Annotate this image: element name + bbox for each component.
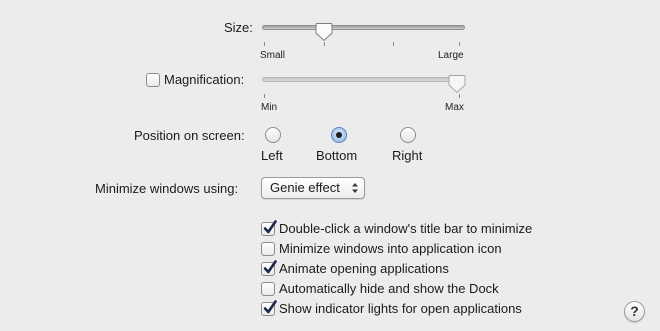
minimize-effect-popup[interactable]: Genie effect [261,177,365,199]
option-checkbox-auto-hide[interactable] [261,282,275,296]
size-slider-thumb-icon[interactable] [315,22,333,42]
size-slider-tick [459,42,460,46]
size-max-label: Large [438,50,464,61]
magnification-min-label: Min [261,102,278,113]
size-min-label: Small [260,50,286,61]
option-checkbox-minimize-into-icon[interactable] [261,242,275,256]
magnification-slider-track[interactable] [262,77,465,82]
magnification-checkbox[interactable] [146,73,160,87]
checkmark-icon [263,300,277,314]
option-label-indicator-lights: Show indicator lights for open applicati… [279,301,522,316]
option-checkbox-double-click[interactable] [261,220,277,236]
position-bottom-radio[interactable] [331,127,347,143]
option-label-auto-hide: Automatically hide and show the Dock [279,281,499,296]
minimize-effect-value: Genie effect [270,180,340,195]
position-left-label: Left [261,148,283,163]
size-slider-tick [324,42,325,46]
position-left-radio[interactable] [265,127,281,143]
position-right-radio[interactable] [400,127,416,143]
option-label-double-click: Double-click a window's title bar to min… [279,221,533,236]
magnification-slider-thumb-icon[interactable] [448,74,466,94]
chevron-up-down-icon [352,183,358,193]
help-button[interactable]: ? [624,301,645,322]
magnification-slider-tick [264,94,265,98]
position-bottom-label: Bottom [316,148,358,163]
checkmark-icon [263,260,277,274]
radio-selected-dot [336,132,342,138]
position-right-label: Right [392,148,423,163]
option-checkbox-indicator-lights[interactable] [261,300,277,316]
size-slider-tick [264,42,265,46]
position-label: Position on screen: [134,128,245,143]
option-checkbox-animate-opening[interactable] [261,260,277,276]
option-label-minimize-into-icon: Minimize windows into application icon [279,241,502,256]
size-slider-tick [393,42,394,46]
magnification-max-label: Max [445,102,464,113]
size-slider-track[interactable] [262,25,465,30]
checkmark-icon [263,220,277,234]
minimize-label: Minimize windows using: [95,181,239,196]
magnification-slider-tick [459,94,460,98]
magnification-label: Magnification: [164,72,245,87]
option-label-animate-opening: Animate opening applications [279,261,449,276]
size-label: Size: [224,20,253,35]
